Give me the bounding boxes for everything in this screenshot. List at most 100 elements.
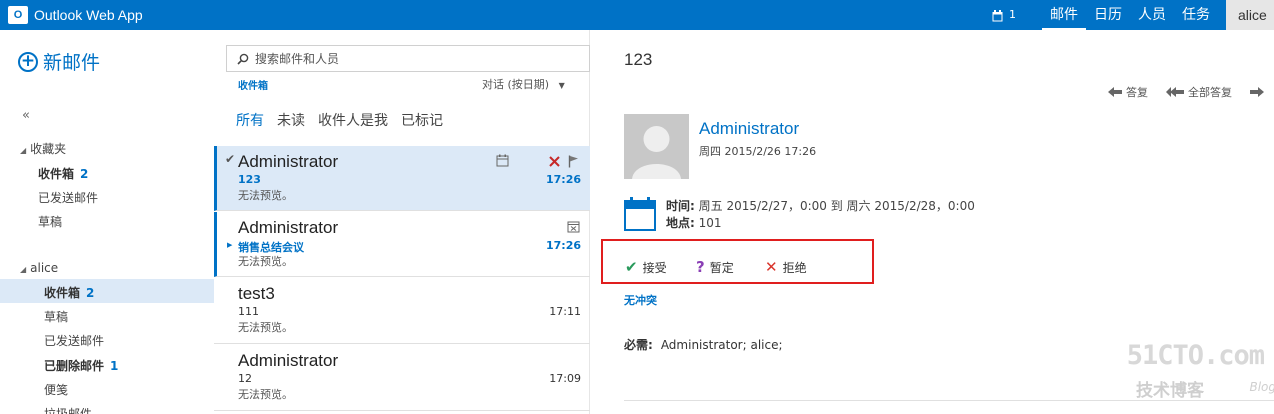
- meeting-calendar-icon: [624, 197, 656, 231]
- filter-flagged[interactable]: 已标记: [401, 110, 443, 130]
- user-menu[interactable]: alice: [1226, 0, 1274, 30]
- delete-icon[interactable]: [549, 156, 560, 167]
- watermark-subtext: 技术博客: [1136, 381, 1204, 401]
- sort-dropdown[interactable]: 对话 (按日期) ▼: [482, 76, 565, 92]
- accept-label: 接受: [642, 260, 667, 275]
- filter-all[interactable]: 所有: [236, 110, 264, 130]
- message-item[interactable]: Administrator 12 无法预览。 17:09: [214, 345, 590, 411]
- collapse-pane-button[interactable]: «: [22, 108, 30, 123]
- expand-conversation-icon[interactable]: ▶: [227, 241, 232, 249]
- sort-label: 对话 (按日期): [482, 78, 550, 91]
- calendar-icon: [496, 154, 509, 167]
- message-item[interactable]: Administrator ▶ 销售总结会议 无法预览。 17:26: [214, 212, 590, 277]
- reply-actions: 答复 全部答复: [1090, 84, 1268, 100]
- folder-label: 收件箱: [38, 167, 75, 181]
- meeting-location: 地点: 101: [666, 214, 722, 231]
- account-notes[interactable]: 便笺: [44, 381, 68, 398]
- outlook-logo-icon: O: [8, 6, 28, 24]
- search-icon: [237, 53, 249, 65]
- message-sender: test3: [238, 284, 275, 303]
- question-mark-icon: ?: [696, 258, 705, 276]
- chevron-down-icon: ▼: [558, 81, 565, 90]
- notifications[interactable]: 1: [992, 8, 1016, 22]
- location-value: 101: [698, 216, 722, 230]
- message-sender: Administrator: [238, 351, 339, 370]
- message-title: 123: [624, 50, 653, 69]
- required-value: Administrator; alice;: [660, 338, 783, 352]
- nav-mail[interactable]: 邮件: [1042, 0, 1086, 30]
- reading-pane: 123 答复 全部答复 Administrator 周四 2015/2/26 1…: [591, 30, 1274, 414]
- reply-button[interactable]: 答复: [1108, 84, 1148, 100]
- message-subject: 123: [238, 173, 261, 186]
- favorites-title: 收藏夹: [30, 142, 67, 156]
- message-list-pane: 搜索邮件和人员 收件箱 对话 (按日期) ▼ 所有 未读 收件人是我 已标记 ✔…: [214, 30, 590, 414]
- message-subject: 111: [238, 305, 259, 318]
- checkmark-icon: ✔: [625, 258, 638, 276]
- message-sender: Administrator: [238, 218, 339, 237]
- checkmark-icon[interactable]: ✔: [225, 152, 235, 166]
- sender-avatar: [624, 114, 689, 179]
- message-item[interactable]: ✔ Administrator 123 无法预览。 17:26: [214, 146, 590, 211]
- time-value: 周五 2015/2/27，0:00 到 周六 2015/2/28，0:00: [698, 199, 975, 213]
- account-header[interactable]: ◢ alice: [20, 261, 58, 275]
- favorite-inbox[interactable]: 收件箱 2: [38, 165, 88, 182]
- message-time: 17:09: [549, 372, 581, 385]
- message-time: 17:26: [545, 173, 581, 186]
- message-subject: 12: [238, 372, 252, 385]
- person-placeholder-icon: [632, 126, 681, 179]
- filter-unread[interactable]: 未读: [277, 110, 305, 130]
- no-conflict-status[interactable]: 无冲突: [624, 292, 657, 308]
- nav-people[interactable]: 人员: [1130, 0, 1174, 30]
- decline-label: 拒绝: [782, 260, 807, 275]
- sender-name[interactable]: Administrator: [699, 119, 799, 139]
- decline-x-icon: ✕: [765, 258, 778, 276]
- unread-count: 2: [86, 286, 95, 300]
- filter-bar: 所有 未读 收件人是我 已标记: [236, 110, 456, 130]
- nav-calendar[interactable]: 日历: [1086, 0, 1130, 30]
- location-label: 地点:: [666, 216, 695, 230]
- watermark-text: 51CTO.com: [1126, 340, 1265, 371]
- nav-tasks[interactable]: 任务: [1174, 0, 1218, 30]
- account-junk[interactable]: 垃圾邮件: [44, 405, 92, 414]
- forward-button[interactable]: [1250, 84, 1268, 100]
- folder-label: 收件箱: [44, 286, 81, 300]
- account-sent[interactable]: 已发送邮件: [44, 332, 104, 349]
- sent-date: 周四 2015/2/26 17:26: [699, 145, 817, 158]
- reply-all-icon: [1166, 87, 1184, 97]
- favorite-drafts[interactable]: 草稿: [38, 213, 62, 230]
- search-box[interactable]: 搜索邮件和人员: [226, 45, 590, 72]
- filter-to-me[interactable]: 收件人是我: [318, 110, 388, 130]
- time-label: 时间:: [666, 199, 695, 213]
- top-navigation: 1 邮件 日历 人员 任务 alice: [992, 0, 1274, 30]
- watermark: 51CTO.com 技术博客 Blog: [1127, 340, 1274, 414]
- unread-count: 1: [110, 359, 119, 373]
- reply-all-label: 全部答复: [1188, 86, 1232, 99]
- meeting-time: 时间: 周五 2015/2/27，0:00 到 周六 2015/2/28，0:0…: [666, 197, 975, 214]
- tentative-label: 暂定: [709, 260, 734, 275]
- message-item[interactable]: test3 111 无法预览。 17:11: [214, 278, 590, 344]
- favorite-sent[interactable]: 已发送邮件: [38, 189, 98, 206]
- new-mail-button[interactable]: + 新邮件: [18, 48, 100, 75]
- accept-button[interactable]: ✔ 接受: [625, 258, 667, 276]
- flag-icon[interactable]: [568, 155, 579, 168]
- folder-label: 已删除邮件: [44, 359, 105, 373]
- favorites-header[interactable]: ◢ 收藏夹: [20, 140, 66, 157]
- folder-pane: + 新邮件 « ◢ 收藏夹 收件箱 2 已发送邮件 草稿 ◢ alice 收件箱 2 草…: [0, 30, 214, 414]
- selected-folder-highlight: [0, 279, 214, 303]
- account-drafts[interactable]: 草稿: [44, 308, 68, 325]
- account-inbox[interactable]: 收件箱 2: [44, 284, 94, 301]
- reply-all-button[interactable]: 全部答复: [1166, 84, 1232, 100]
- reply-arrow-icon: [1108, 87, 1122, 97]
- forward-arrow-icon: [1250, 87, 1264, 97]
- reminder-icon: [992, 10, 1003, 22]
- message-time: 17:11: [549, 305, 581, 318]
- app-brand[interactable]: O Outlook Web App: [8, 6, 143, 24]
- account-deleted[interactable]: 已删除邮件 1: [44, 357, 118, 374]
- tentative-button[interactable]: ? 暂定: [696, 258, 734, 276]
- decline-button[interactable]: ✕ 拒绝: [765, 258, 807, 276]
- collapse-triangle-icon: ◢: [20, 265, 27, 274]
- watermark-blog: Blog: [1249, 380, 1274, 394]
- notification-count: 1: [1009, 8, 1016, 21]
- top-bar: O Outlook Web App 1 邮件 日历 人员 任务 alice: [0, 0, 1274, 30]
- message-time: 17:26: [545, 239, 581, 252]
